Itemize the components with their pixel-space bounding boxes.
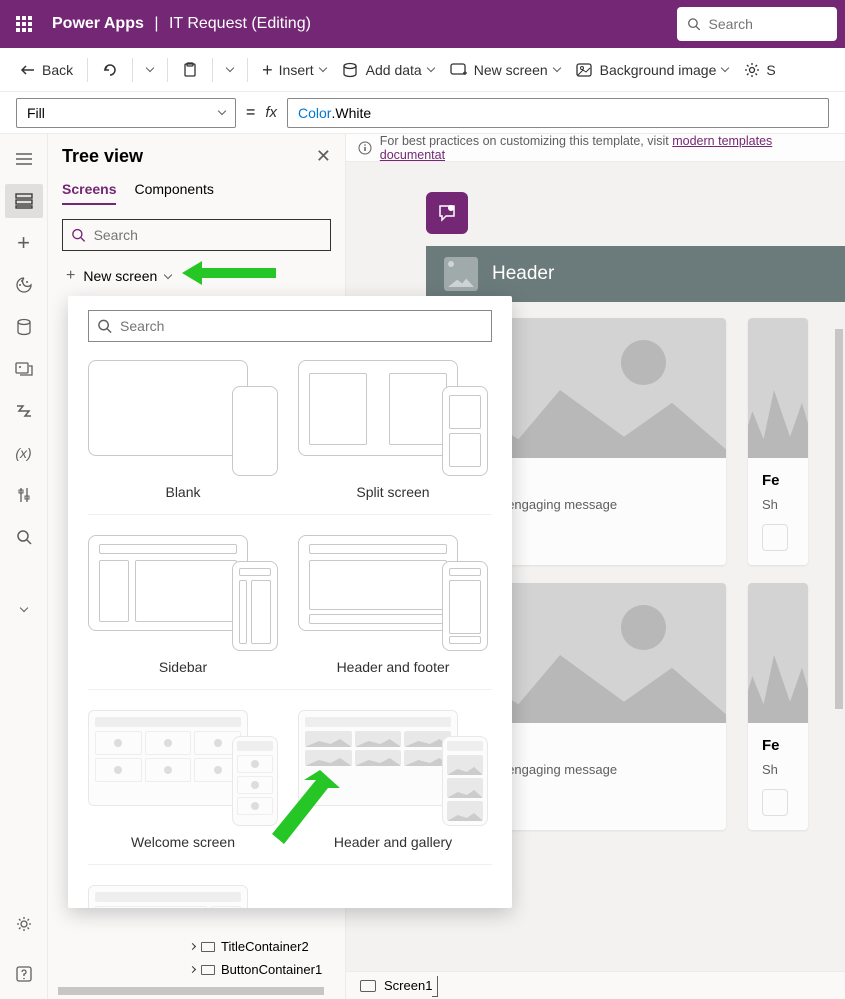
app-titlebar: Power Apps | IT Request (Editing) (0, 0, 845, 48)
equals-label: = (246, 104, 255, 122)
undo-button[interactable] (94, 58, 126, 82)
canvas-header[interactable]: Header (426, 246, 845, 302)
template-header-gallery[interactable]: Header and gallery (298, 706, 488, 850)
image-placeholder (748, 318, 808, 458)
template-split-screen[interactable]: Split screen (298, 356, 488, 500)
tree-view-title: Tree view (62, 146, 331, 167)
template-search[interactable] (88, 310, 492, 342)
template-welcome-screen[interactable]: Welcome screen (88, 706, 278, 850)
rail-collapse-icon[interactable] (5, 592, 43, 626)
separator (212, 58, 213, 82)
separator (87, 58, 88, 82)
image-placeholder (748, 583, 808, 723)
screen-plus-icon (450, 62, 468, 78)
info-bar: For best practices on customizing this t… (346, 134, 845, 162)
rail-settings-icon[interactable] (5, 907, 43, 941)
search-icon (71, 227, 86, 243)
gear-icon (744, 62, 760, 78)
card-description: Sh (762, 497, 794, 512)
tree-node-titlecontainer[interactable]: TitleContainer2 (62, 935, 322, 958)
status-bar: Screen1 (346, 971, 845, 999)
current-screen-dropdown[interactable]: Screen1 (384, 978, 438, 993)
data-icon (342, 62, 360, 78)
new-screen-popup: Blank Split screen Sidebar Header and fo… (68, 296, 512, 908)
card-button[interactable] (762, 789, 788, 816)
rail-variables-icon[interactable]: (x) (5, 436, 43, 470)
copilot-button[interactable] (426, 192, 468, 234)
app-title: Power Apps | IT Request (Editing) (52, 15, 311, 33)
formula-bar: Fill = fx Color.White (0, 92, 845, 134)
rail-hamburger-icon[interactable] (5, 142, 43, 176)
card-button[interactable] (762, 524, 788, 551)
command-bar: Back + Insert Add data New screen Backgr… (0, 48, 845, 92)
formula-input[interactable]: Color.White (287, 98, 829, 128)
global-search[interactable] (677, 7, 837, 41)
add-data-button[interactable]: Add data (334, 58, 442, 82)
rail-data-icon[interactable] (5, 310, 43, 344)
back-button[interactable]: Back (12, 58, 81, 82)
separator (132, 58, 133, 82)
insert-button[interactable]: + Insert (254, 57, 334, 83)
template-sidebar[interactable]: Sidebar (88, 531, 278, 675)
rail-media-icon[interactable] (5, 352, 43, 386)
rail-theme-icon[interactable] (5, 268, 43, 302)
template-blank[interactable]: Blank (88, 356, 278, 500)
info-icon (358, 141, 372, 155)
card-description: Sh (762, 762, 794, 777)
fx-icon[interactable]: fx (265, 104, 277, 121)
tree-search[interactable] (62, 219, 331, 251)
card-title: Fe (762, 472, 794, 489)
rail-powerautomate-icon[interactable] (5, 394, 43, 428)
property-dropdown[interactable]: Fill (16, 98, 236, 128)
left-rail: + (x) (0, 134, 48, 999)
rail-insert-icon[interactable]: + (5, 226, 43, 260)
card-title: Fe (762, 737, 794, 754)
global-search-input[interactable] (709, 16, 827, 32)
tab-components[interactable]: Components (134, 181, 213, 205)
plus-icon: + (262, 61, 273, 79)
close-panel-button[interactable]: ✕ (316, 146, 331, 167)
rail-search-icon[interactable] (5, 520, 43, 554)
new-screen-button[interactable]: New screen (442, 58, 568, 82)
rail-tools-icon[interactable] (5, 478, 43, 512)
template-next[interactable] (88, 881, 278, 908)
paste-split[interactable] (219, 64, 241, 75)
search-icon (687, 16, 701, 32)
header-image-placeholder (444, 257, 478, 291)
scrollbar[interactable] (835, 329, 843, 999)
undo-icon (102, 62, 118, 78)
app-launcher-icon[interactable] (8, 8, 40, 40)
search-icon (97, 318, 112, 334)
clipboard-icon (182, 62, 198, 78)
horizontal-scrollbar[interactable] (58, 987, 324, 995)
chevron-down-icon (164, 270, 172, 278)
template-search-input[interactable] (120, 318, 483, 334)
template-header-footer[interactable]: Header and footer (298, 531, 488, 675)
chat-icon (436, 202, 458, 224)
undo-split[interactable] (139, 64, 161, 75)
rail-help-icon[interactable] (5, 957, 43, 991)
arrow-left-icon (20, 62, 36, 78)
separator (167, 58, 168, 82)
tree-node-buttoncontainer[interactable]: ButtonContainer1 (62, 958, 322, 981)
featured-card[interactable]: Fe Sh (748, 583, 808, 830)
background-image-button[interactable]: Background image (568, 58, 737, 82)
tree-new-screen-button[interactable]: + New screen (62, 263, 331, 289)
rail-tree-view-icon[interactable] (5, 184, 43, 218)
screen-icon (360, 980, 376, 992)
paste-button[interactable] (174, 58, 206, 82)
image-icon (576, 62, 594, 78)
separator (247, 58, 248, 82)
plus-icon: + (66, 267, 75, 285)
tab-screens[interactable]: Screens (62, 181, 116, 205)
featured-card[interactable]: Fe Sh (748, 318, 808, 565)
tree-search-input[interactable] (94, 227, 322, 243)
settings-button[interactable]: S (736, 58, 783, 82)
